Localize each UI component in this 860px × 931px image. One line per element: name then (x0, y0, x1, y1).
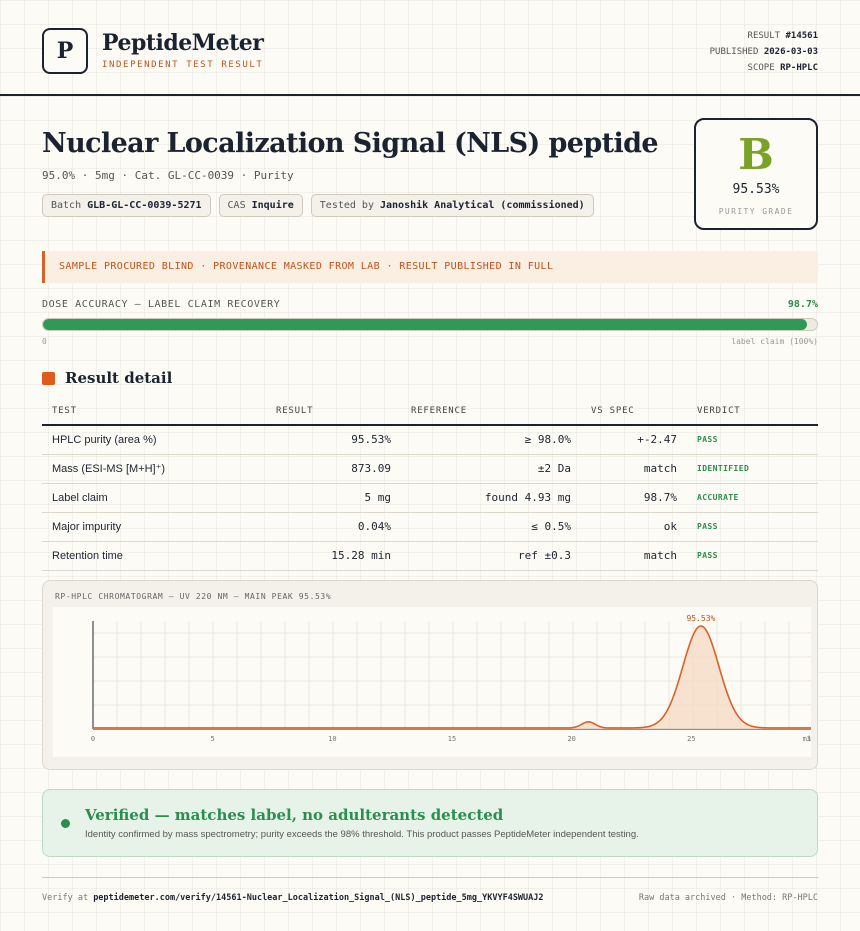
cell-vs-spec: match (581, 454, 687, 484)
cell-test: Label claim (42, 483, 266, 513)
cell-verdict: PASS (687, 512, 818, 542)
result-table: TEST RESULT REFERENCE VS SPEC VERDICT HP… (42, 398, 818, 571)
cell-result: 5 mg (266, 483, 401, 513)
brand-tagline: INDEPENDENT TEST RESULT (102, 60, 264, 70)
x-tick-label: 15 (448, 735, 456, 743)
cell-vs-spec: match (581, 541, 687, 571)
verify-line: Verify at peptidemeter.com/verify/14561-… (42, 893, 544, 903)
bar-min-label: 0 (42, 337, 47, 346)
scope-label: SCOPE (747, 63, 775, 73)
tested-by-chip: Tested by Janoshik Analytical (commissio… (310, 194, 594, 217)
product-title: Nuclear Localization Signal (NLS) peptid… (42, 128, 659, 159)
header-divider (0, 94, 860, 96)
verify-link[interactable]: peptidemeter.com/verify/14561-Nuclear_Lo… (93, 893, 543, 903)
cell-reference: ≥ 98.0% (401, 425, 581, 455)
col-test: TEST (42, 398, 266, 426)
chart-title: RP-HPLC CHROMATOGRAM — UV 220 NM — MAIN … (55, 592, 332, 601)
table-header-row: TEST RESULT REFERENCE VS SPEC VERDICT (42, 398, 818, 426)
footer-divider (42, 877, 818, 878)
grade-value: 95.53% (732, 182, 780, 197)
cell-result: 0.04% (266, 512, 401, 542)
product-subtitle: 95.0% · 5mg · Cat. GL-CC-0039 · Purity (42, 169, 294, 182)
published-date: 2026-03-03 (763, 47, 818, 57)
cas-value: Inquire (251, 200, 294, 211)
result-id-label: RESULT (747, 31, 781, 41)
table-row: Label claim 5 mg found 4.93 mg 98.7% ACC… (42, 483, 818, 513)
cell-verdict: ACCURATE (687, 483, 818, 513)
cell-vs-spec: +-2.47 (581, 425, 687, 455)
x-tick-label: 25 (687, 735, 695, 743)
cell-result: 95.53% (266, 425, 401, 455)
grade-label: PURITY GRADE (718, 207, 794, 216)
cell-verdict: IDENTIFIED (687, 454, 818, 484)
footer-method: Raw data archived · Method: RP-HPLC (638, 893, 818, 903)
cell-result: 15.28 min (266, 541, 401, 571)
chromatogram-card: RP-HPLC CHROMATOGRAM — UV 220 NM — MAIN … (42, 580, 818, 770)
table-row: Retention time 15.28 min ref ±0.3 match … (42, 541, 818, 571)
result-detail-heading: Result detail (42, 369, 172, 387)
main-peak-label: 95.53% (686, 614, 715, 623)
procurement-notice: SAMPLE PROCURED BLIND · PROVENANCE MASKE… (42, 251, 818, 283)
x-unit-label: min (803, 735, 811, 743)
dose-accuracy-label: DOSE ACCURACY — LABEL CLAIM RECOVERY (42, 299, 281, 310)
brand-logo[interactable]: P (42, 28, 88, 74)
chromatogram-chart: 051015202530min95.53% (53, 607, 811, 757)
batch-chip: Batch GLB-GL-CC-0039-5271 (42, 194, 211, 217)
cell-reference: ref ±0.3 (401, 541, 581, 571)
published-label: PUBLISHED (709, 47, 759, 57)
table-row: Major impurity 0.04% ≤ 0.5% ok PASS (42, 512, 818, 542)
grade-letter: B (738, 130, 774, 179)
cell-reference: ±2 Da (401, 454, 581, 484)
cas-label: CAS (227, 200, 246, 211)
x-tick-label: 20 (567, 735, 575, 743)
x-tick-label: 5 (211, 735, 215, 743)
col-vs-spec: VS SPEC (581, 398, 687, 426)
col-result: RESULT (266, 398, 401, 426)
verified-banner: Verified — matches label, no adulterants… (42, 789, 818, 857)
cas-chip: CAS Inquire (218, 194, 303, 217)
tested-by-label: Tested by (319, 200, 374, 211)
cell-test: Retention time (42, 541, 266, 571)
product-chips: Batch GLB-GL-CC-0039-5271 CAS Inquire Te… (42, 194, 594, 217)
table-row: HPLC purity (area %) 95.53% ≥ 98.0% +-2.… (42, 425, 818, 455)
verify-prefix: Verify at (42, 893, 89, 903)
dose-accuracy-value: 98.7% (787, 299, 818, 310)
dose-accuracy-fill (43, 319, 807, 330)
cell-verdict: PASS (687, 541, 818, 571)
col-reference: REFERENCE (401, 398, 581, 426)
x-tick-label: 10 (328, 735, 336, 743)
cell-test: Mass (ESI-MS [M+H]⁺) (42, 454, 266, 484)
batch-label: Batch (51, 200, 82, 211)
dose-accuracy-bar (42, 318, 818, 331)
cell-vs-spec: ok (581, 512, 687, 542)
col-verdict: VERDICT (687, 398, 818, 426)
verified-title: Verified — matches label, no adulterants… (85, 806, 504, 824)
cell-vs-spec: 98.7% (581, 483, 687, 513)
verified-description: Identity confirmed by mass spectrometry;… (85, 829, 639, 840)
cell-test: Major impurity (42, 512, 266, 542)
purity-grade-card: B 95.53% PURITY GRADE (694, 118, 818, 230)
scope-value: RP-HPLC (780, 63, 818, 73)
cell-reference: ≤ 0.5% (401, 512, 581, 542)
x-tick-label: 0 (91, 735, 95, 743)
section-marker-icon (42, 371, 55, 385)
cell-reference: found 4.93 mg (401, 483, 581, 513)
verified-dot-icon (61, 819, 70, 828)
cell-result: 873.09 (266, 454, 401, 484)
header: P PeptideMeter INDEPENDENT TEST RESULT R… (42, 28, 818, 78)
section-title: Result detail (65, 369, 173, 387)
bar-max-label: label claim (100%) (731, 337, 818, 346)
cell-verdict: PASS (687, 425, 818, 455)
brand-name[interactable]: PeptideMeter (102, 30, 264, 56)
batch-value: GLB-GL-CC-0039-5271 (87, 200, 202, 211)
table-row: Mass (ESI-MS [M+H]⁺) 873.09 ±2 Da match … (42, 454, 818, 484)
result-id: #14561 (785, 31, 818, 41)
result-meta: RESULT #14561 PUBLISHED 2026-03-03 SCOPE… (710, 28, 818, 76)
tested-by-value: Janoshik Analytical (commissioned) (380, 200, 585, 211)
cell-test: HPLC purity (area %) (42, 425, 266, 455)
